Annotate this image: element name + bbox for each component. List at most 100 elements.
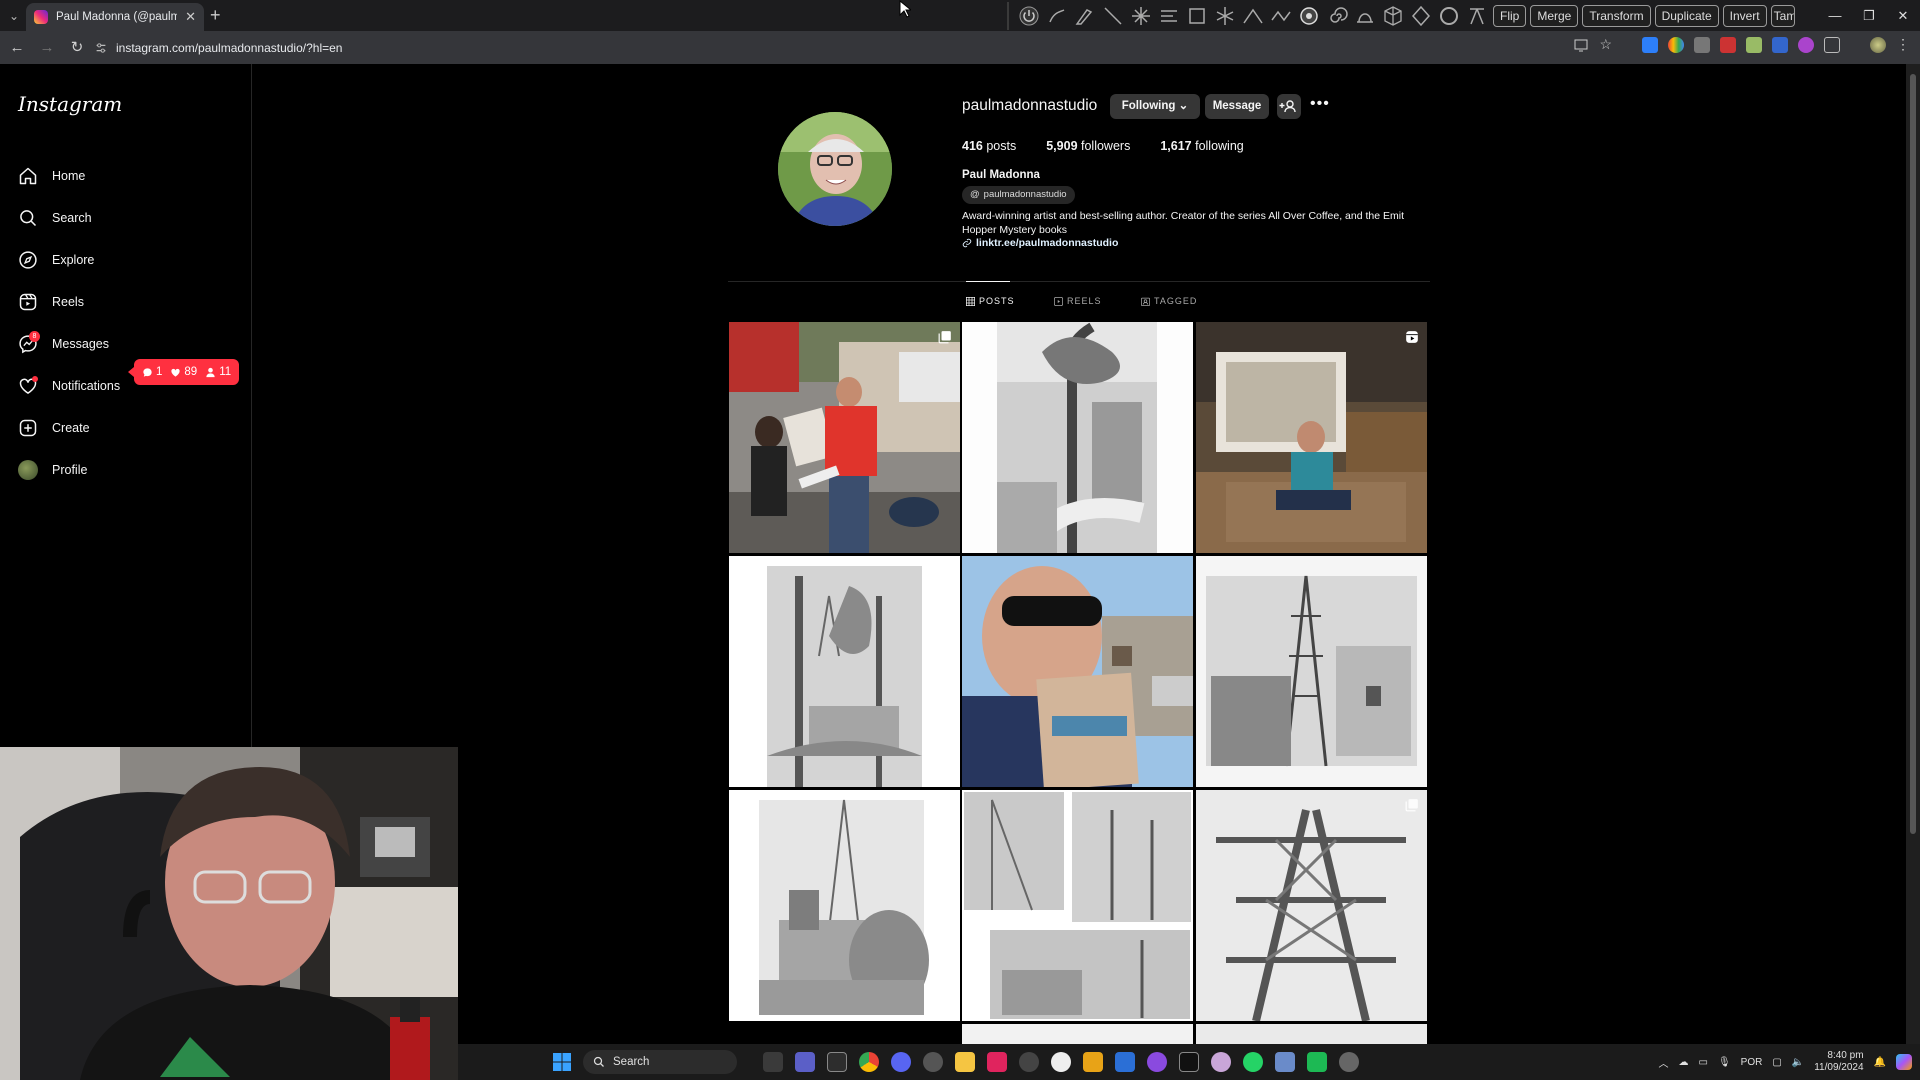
post-thumbnail[interactable] <box>1196 1024 1427 1044</box>
extension-grid-icon[interactable] <box>1772 36 1788 53</box>
power-icon[interactable] <box>1017 4 1041 28</box>
post-thumbnail[interactable] <box>962 790 1193 1021</box>
post-thumbnail[interactable] <box>962 322 1193 553</box>
new-tab-icon[interactable]: + <box>210 6 221 24</box>
scrollbar-thumb[interactable] <box>1910 74 1916 834</box>
circle-target-icon[interactable] <box>1297 4 1321 28</box>
calculator-icon[interactable] <box>827 1052 847 1072</box>
tab-reels[interactable]: REELS <box>1054 296 1102 306</box>
sidebar-item-reels[interactable]: Reels <box>18 288 84 316</box>
restore-icon[interactable]: ❐ <box>1852 0 1886 31</box>
minimize-icon[interactable]: — <box>1818 0 1852 31</box>
duplicate-button[interactable]: Duplicate <box>1654 4 1719 27</box>
notification-bell-icon[interactable]: 🔔 <box>1874 1057 1886 1068</box>
post-thumbnail[interactable] <box>1196 790 1427 1021</box>
posts-count[interactable]: 416 posts <box>962 139 1016 153</box>
ring-icon[interactable] <box>1437 4 1461 28</box>
app-grid-icon[interactable] <box>1275 1052 1295 1072</box>
file-explorer-icon[interactable] <box>955 1052 975 1072</box>
app-lilac-icon[interactable] <box>1211 1052 1231 1072</box>
post-thumbnail[interactable] <box>962 1024 1193 1044</box>
followers-count[interactable]: 5,909 followers <box>1046 139 1130 153</box>
extension-purple-icon[interactable] <box>1798 36 1814 53</box>
copilot-icon[interactable] <box>1896 1054 1912 1070</box>
merge-button[interactable]: Merge <box>1530 4 1579 27</box>
clock[interactable]: 8:40 pm 11/09/2024 <box>1814 1050 1863 1074</box>
site-info-icon[interactable] <box>94 41 108 55</box>
google-drive-icon[interactable] <box>1668 36 1684 53</box>
suggest-people-button[interactable] <box>1277 94 1301 119</box>
app-black-icon[interactable] <box>1179 1052 1199 1072</box>
volume-icon[interactable]: 🔈 <box>1792 1057 1804 1068</box>
sidebar-item-messages[interactable]: 8 Messages <box>18 330 109 358</box>
more-options-icon[interactable]: ••• <box>1310 94 1330 114</box>
microphone-icon[interactable]: 🎙 <box>1718 1057 1731 1068</box>
forward-icon[interactable]: → <box>34 35 60 61</box>
app-white-icon[interactable] <box>1051 1052 1071 1072</box>
task-view-icon[interactable] <box>763 1052 783 1072</box>
browser-tab[interactable]: Paul Madonna (@paulmadonn… ✕ <box>26 3 204 31</box>
profile-picture[interactable] <box>778 112 892 226</box>
line-tool-icon[interactable] <box>1101 4 1125 28</box>
extension-green-icon[interactable] <box>1746 36 1762 53</box>
tab-posts[interactable]: POSTS <box>966 296 1015 306</box>
post-thumbnail[interactable] <box>962 556 1193 787</box>
compass-tool-icon[interactable] <box>1465 4 1489 28</box>
back-icon[interactable]: ← <box>4 35 30 61</box>
chevron-up-icon[interactable]: ︿ <box>1659 1055 1669 1070</box>
post-thumbnail[interactable] <box>729 790 960 1021</box>
app-blue-icon[interactable] <box>1115 1052 1135 1072</box>
app-red-icon[interactable] <box>987 1052 1007 1072</box>
app-purple-icon[interactable] <box>1147 1052 1167 1072</box>
sidebar-item-search[interactable]: Search <box>18 204 92 232</box>
threads-badge[interactable]: @ paulmadonnastudio <box>962 186 1075 204</box>
following-button[interactable]: Following ⌄ <box>1110 94 1200 119</box>
spiral-icon[interactable] <box>1325 4 1349 28</box>
instagram-logo[interactable]: Instagram <box>18 92 122 116</box>
cast-icon[interactable] <box>1573 37 1589 53</box>
flip-button[interactable]: Flip <box>1493 4 1527 27</box>
sidebar-item-home[interactable]: Home <box>18 162 85 190</box>
close-icon[interactable]: ✕ <box>185 9 196 25</box>
invert-button[interactable]: Invert <box>1722 4 1767 27</box>
sidebar-item-create[interactable]: Create <box>18 414 90 442</box>
post-thumbnail[interactable] <box>1196 556 1427 787</box>
app-green-icon[interactable] <box>1307 1052 1327 1072</box>
mountain-icon[interactable] <box>1241 4 1265 28</box>
network-icon[interactable]: ▭ <box>1699 1057 1708 1068</box>
cube-icon[interactable] <box>1381 4 1405 28</box>
snowflake-icon[interactable] <box>1213 4 1237 28</box>
notifications-tooltip[interactable]: 1 89 11 <box>127 359 240 385</box>
sidebar-item-explore[interactable]: Explore <box>18 246 94 274</box>
tab-tagged[interactable]: TAGGED <box>1141 296 1197 306</box>
app-gray-icon[interactable] <box>1019 1052 1039 1072</box>
discord-icon[interactable] <box>891 1052 911 1072</box>
menu-kebab-icon[interactable]: ⋮ <box>1896 36 1910 53</box>
sidebar-item-notifications[interactable]: Notifications <box>18 372 120 400</box>
post-thumbnail[interactable] <box>1196 322 1427 553</box>
onedrive-icon[interactable]: ☁ <box>1679 1057 1689 1068</box>
zigzag-icon[interactable] <box>1269 4 1293 28</box>
tam-button[interactable]: Tam <box>1770 4 1795 27</box>
lines-icon[interactable] <box>1157 4 1181 28</box>
teams-icon[interactable] <box>795 1052 815 1072</box>
app-ln-icon[interactable] <box>1083 1052 1103 1072</box>
post-thumbnail[interactable] <box>729 322 960 553</box>
whatsapp-icon[interactable] <box>1243 1052 1263 1072</box>
display-icon[interactable]: ▢ <box>1772 1057 1781 1068</box>
extension-red-icon[interactable] <box>1720 36 1736 53</box>
close-icon[interactable]: ✕ <box>1886 0 1920 31</box>
brush-icon[interactable] <box>1045 4 1069 28</box>
bookmark-star-icon[interactable]: ☆ <box>1599 36 1612 53</box>
sparkle-icon[interactable] <box>1129 4 1153 28</box>
language-indicator[interactable]: POR <box>1741 1057 1763 1068</box>
frame-icon[interactable] <box>1185 4 1209 28</box>
page-scrollbar[interactable] <box>1906 64 1920 1044</box>
address-bar[interactable]: instagram.com/paulmadonnastudio/?hl=en <box>94 35 1574 60</box>
following-count[interactable]: 1,617 following <box>1160 139 1243 153</box>
chrome-icon[interactable] <box>859 1052 879 1072</box>
post-thumbnail[interactable] <box>729 556 960 787</box>
message-button[interactable]: Message <box>1205 94 1269 119</box>
app-camera-icon[interactable] <box>1339 1052 1359 1072</box>
dome-icon[interactable] <box>1353 4 1377 28</box>
